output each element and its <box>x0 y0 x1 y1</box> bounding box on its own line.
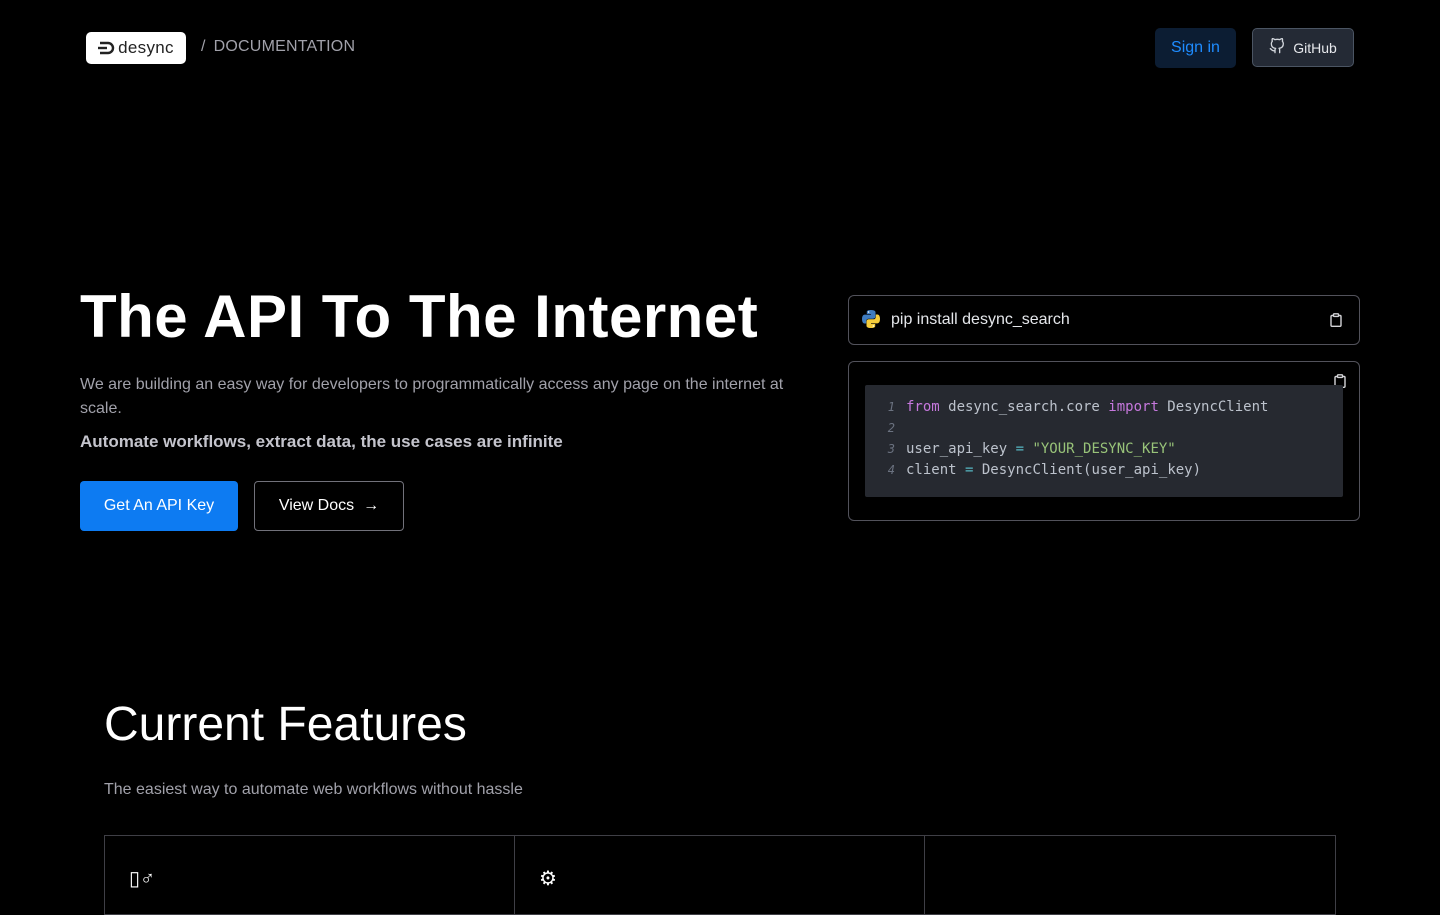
code-module: desync_search.core <box>939 399 1109 415</box>
python-icon <box>861 309 881 329</box>
get-api-key-button[interactable]: Get An API Key <box>80 481 238 531</box>
features-grid: ▯♂ ⚙ <box>104 835 1336 915</box>
breadcrumb: / DOCUMENTATION <box>201 38 355 56</box>
code-operator: = <box>965 462 974 478</box>
code-line: 1 from desync_search.core import DesyncC… <box>865 397 1343 418</box>
code-line: 4 client = DesyncClient(user_api_key) <box>865 460 1343 481</box>
line-number: 1 <box>887 400 895 414</box>
line-number: 4 <box>887 463 895 477</box>
arrow-right-icon: → <box>363 497 380 514</box>
line-number: 3 <box>887 442 895 456</box>
code-line: 3 user_api_key = "YOUR_DESYNC_KEY" <box>865 439 1343 460</box>
hero-tagline: Automate workflows, extract data, the us… <box>80 432 563 451</box>
github-icon <box>1269 37 1285 57</box>
logo-text: desync <box>118 38 174 57</box>
gear-icon: ⚙ <box>539 868 557 890</box>
code-example-box: 1 from desync_search.core import DesyncC… <box>848 361 1360 521</box>
view-docs-button[interactable]: View Docs → <box>254 481 404 531</box>
code-operator: = <box>1015 441 1025 457</box>
code-identifier: client <box>906 462 966 478</box>
code-keyword: import <box>1108 399 1159 415</box>
breadcrumb-separator: / <box>201 38 206 55</box>
code-line: 2 <box>865 418 1343 439</box>
sign-in-button[interactable]: Sign in <box>1155 28 1236 68</box>
breadcrumb-documentation[interactable]: DOCUMENTATION <box>214 38 356 55</box>
code-identifier: user_api_key <box>906 441 1016 457</box>
github-button[interactable]: GitHub <box>1252 28 1354 67</box>
github-label: GitHub <box>1293 39 1337 56</box>
desync-logo[interactable]: desync <box>86 32 186 64</box>
line-number: 2 <box>887 421 895 435</box>
features-title: Current Features <box>104 698 467 751</box>
copy-icon[interactable] <box>1330 313 1342 328</box>
pip-install-box: pip install desync_search <box>848 295 1360 345</box>
desync-logo-mark-icon <box>98 41 116 55</box>
hero-subtitle: We are building an easy way for develope… <box>80 376 784 417</box>
view-docs-label: View Docs <box>278 497 355 514</box>
feature-card <box>925 836 1335 914</box>
feature-glyph-icon: ▯♂ <box>129 868 156 890</box>
feature-card: ▯♂ <box>105 836 515 914</box>
top-nav: desync / DOCUMENTATION Sign in GitHub <box>0 0 1440 96</box>
hero-title: The API To The Internet <box>80 283 759 350</box>
code-identifier: DesyncClient <box>1158 399 1269 415</box>
code-block[interactable]: 1 from desync_search.core import DesyncC… <box>865 385 1343 497</box>
code-keyword: from <box>906 399 940 415</box>
features-subtitle: The easiest way to automate web workflow… <box>104 781 523 798</box>
code-string: "YOUR_DESYNC_KEY" <box>1024 441 1176 457</box>
feature-card: ⚙ <box>515 836 925 914</box>
pip-install-command: pip install desync_search <box>891 311 1070 328</box>
code-identifier: DesyncClient(user_api_key) <box>973 462 1202 478</box>
